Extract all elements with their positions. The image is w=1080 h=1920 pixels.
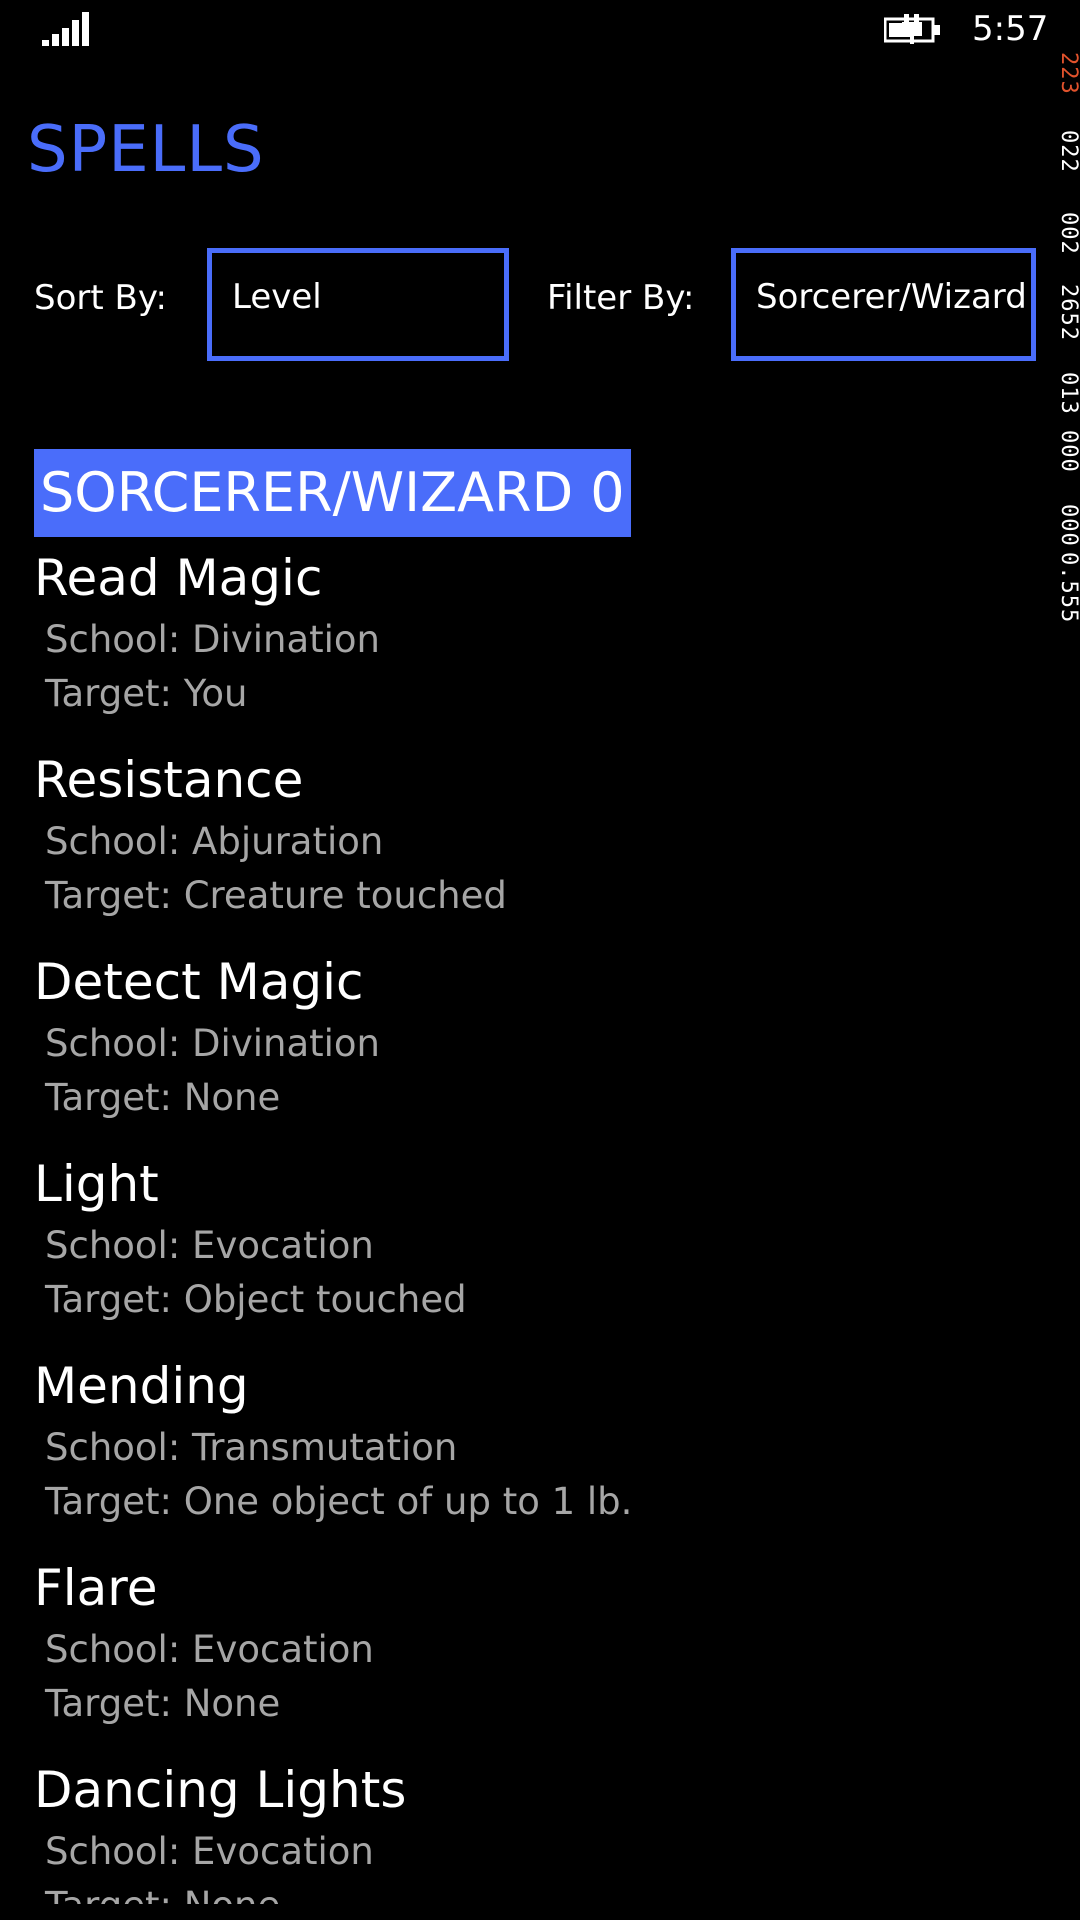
status-clock: 5:57 xyxy=(972,9,1049,49)
spell-school: School: Evocation xyxy=(45,1628,374,1671)
spell-name: Light xyxy=(34,1155,159,1213)
spell-school: School: Transmutation xyxy=(45,1426,458,1469)
spell-name: Dancing Lights xyxy=(34,1761,407,1819)
group-header[interactable]: SORCERER/WIZARD 0 xyxy=(34,449,631,537)
spell-list[interactable]: Read Magic School: Divination Target: Yo… xyxy=(0,548,1050,1904)
frame-counter: 000 xyxy=(1056,504,1080,547)
frame-rate-counters: 223 022 002 2652 013 000 000 0.555 xyxy=(1054,52,1080,662)
spell-school: School: Evocation xyxy=(45,1830,374,1873)
spell-item-detect-magic[interactable]: Detect Magic School: Divination Target: … xyxy=(34,952,1034,1152)
spell-school: School: Abjuration xyxy=(45,820,384,863)
spell-school: School: Evocation xyxy=(45,1224,374,1267)
spell-name: Read Magic xyxy=(34,549,323,607)
spell-name: Mending xyxy=(34,1357,249,1415)
spell-target: Target: One object of up to 1 lb. xyxy=(45,1480,633,1523)
spell-target: Target: Object touched xyxy=(45,1278,467,1321)
spell-school: School: Divination xyxy=(45,1022,381,1065)
filter-by-value: Sorcerer/Wizard xyxy=(756,277,1027,317)
frame-counter: 002 xyxy=(1056,212,1080,255)
spell-item-mending[interactable]: Mending School: Transmutation Target: On… xyxy=(34,1356,1034,1556)
frame-counter: 0.555 xyxy=(1056,552,1080,624)
spell-target: Target: None xyxy=(45,1682,281,1725)
status-bar: 5:57 xyxy=(0,0,1080,62)
spell-name: Flare xyxy=(34,1559,158,1617)
spell-target: Target: You xyxy=(45,672,248,715)
spell-item-light[interactable]: Light School: Evocation Target: Object t… xyxy=(34,1154,1034,1354)
spell-item-dancing-lights[interactable]: Dancing Lights School: Evocation Target:… xyxy=(34,1760,1034,1904)
frame-counter: 2652 xyxy=(1056,284,1080,341)
spell-target: Target: Creature touched xyxy=(45,874,507,917)
page-title: SPELLS xyxy=(27,113,265,187)
filter-by-label: Filter By: xyxy=(547,278,695,318)
spell-target: Target: None xyxy=(45,1076,281,1119)
signal-strength-icon xyxy=(42,12,89,46)
battery-charging-icon xyxy=(884,14,940,44)
frame-counter: 013 xyxy=(1056,372,1080,415)
spell-item-resistance[interactable]: Resistance School: Abjuration Target: Cr… xyxy=(34,750,1034,950)
spell-school: School: Divination xyxy=(45,618,381,661)
sort-by-picker[interactable]: Level xyxy=(207,248,509,361)
frame-counter: 000 xyxy=(1056,430,1080,473)
filter-by-picker[interactable]: Sorcerer/Wizard xyxy=(731,248,1036,361)
group-header-label: SORCERER/WIZARD 0 xyxy=(40,461,625,524)
frame-counter: 022 xyxy=(1056,130,1080,173)
spell-name: Detect Magic xyxy=(34,953,364,1011)
spell-target: Target: None xyxy=(45,1882,280,1904)
frame-counter: 223 xyxy=(1056,52,1080,95)
spell-name: Resistance xyxy=(34,751,304,809)
sort-by-value: Level xyxy=(232,277,322,317)
sort-by-label: Sort By: xyxy=(34,278,167,318)
spell-item-flare[interactable]: Flare School: Evocation Target: None xyxy=(34,1558,1034,1758)
spell-item-read-magic[interactable]: Read Magic School: Divination Target: Yo… xyxy=(34,548,1034,748)
